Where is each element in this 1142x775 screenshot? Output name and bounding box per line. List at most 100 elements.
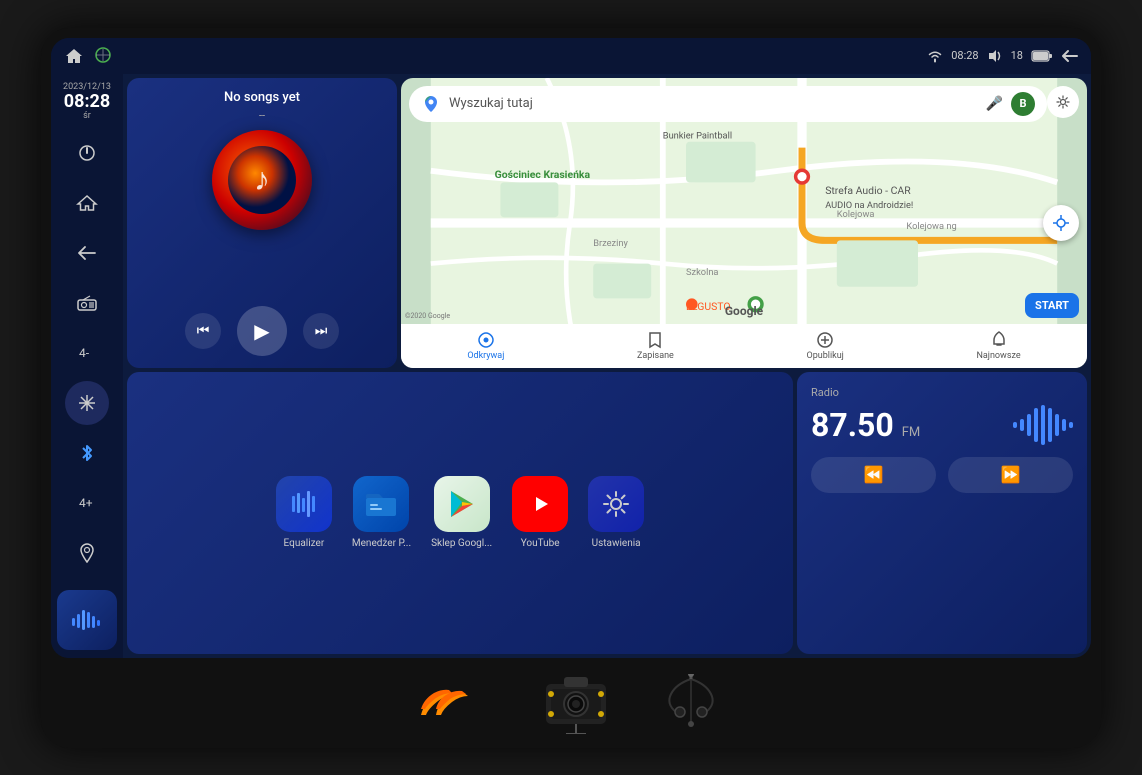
map-user-avatar[interactable]: B [1011, 92, 1035, 116]
apps-grid: Equalizer [276, 476, 644, 549]
volume-down-icon: 4- [78, 346, 96, 360]
music-title: No songs yet [224, 90, 300, 105]
svg-text:Kolejowa ng: Kolejowa ng [906, 220, 956, 231]
map-nav-zapisane-label: Zapisane [637, 351, 674, 361]
map-copyright: ©2020 Google [405, 312, 450, 320]
map-start-button[interactable]: START [1025, 293, 1079, 318]
app-equalizer[interactable]: Equalizer [276, 476, 332, 549]
wave-bar-4 [1034, 408, 1038, 442]
youtube-app-icon [524, 492, 556, 516]
wave-bar-8 [1062, 419, 1066, 431]
radio-label: Radio [811, 386, 1073, 399]
map-nav-najnowsze-label: Najnowsze [976, 351, 1020, 361]
svg-text:4+: 4+ [79, 496, 93, 510]
back-status-icon[interactable] [1061, 48, 1079, 64]
volume-up-icon: 4+ [78, 496, 96, 510]
camera-icon [536, 669, 616, 734]
radio-next-button[interactable]: ⏩ [948, 457, 1073, 493]
playstore-icon [434, 476, 490, 532]
map-nav-odkrywaj-label: Odkrywaj [467, 351, 504, 361]
app-file-manager[interactable]: Menedżer P... [352, 476, 411, 549]
youtube-icon [512, 476, 568, 532]
app-play-store[interactable]: Sklep Googl... [431, 476, 492, 549]
app-equalizer-label: Equalizer [284, 538, 325, 549]
radio-prev-button[interactable]: ⏪ [811, 457, 936, 493]
radio-widget: Radio 87.50 FM [797, 372, 1087, 654]
radio-wave-viz [1013, 405, 1073, 445]
app-settings[interactable]: Ustawienia [588, 476, 644, 549]
sidebar-power-button[interactable] [65, 131, 109, 175]
sidebar-snowflake-button[interactable] [65, 381, 109, 425]
next-button[interactable]: ⏭ [303, 313, 339, 349]
svg-text:♪: ♪ [254, 160, 270, 198]
google-maps-icon [421, 94, 441, 114]
device-screen: 08:28 18 [51, 38, 1091, 658]
sidebar-location-button[interactable] [65, 531, 109, 575]
map-nav-zapisane[interactable]: Zapisane [637, 331, 674, 361]
equalizer-icon [276, 476, 332, 532]
map-search-bar[interactable]: Wyszukaj tutaj 🎤 B [409, 86, 1047, 122]
notification-icon [991, 331, 1007, 349]
music-widget: No songs yet -- [127, 78, 397, 368]
wave-bar-9 [1069, 422, 1073, 428]
sidebar-vol-up-button[interactable]: 4+ [65, 481, 109, 525]
camera-accessory [536, 669, 616, 734]
settings-icon [1055, 94, 1071, 110]
map-nav-odkrywaj[interactable]: Odkrywaj [467, 331, 504, 361]
map-nav-opublikuj-label: Opublikuj [807, 351, 844, 361]
svg-text:Szkolna: Szkolna [686, 267, 719, 278]
radio-controls: ⏪ ⏩ [811, 457, 1073, 493]
sidebar-microphone-widget[interactable] [57, 590, 117, 650]
sidebar-home-button[interactable] [65, 181, 109, 225]
radio-main: 87.50 FM [811, 405, 1073, 445]
svg-text:Gościniec Krasieńka: Gościniec Krasieńka [495, 167, 591, 180]
sidebar-vol-down-button[interactable]: 4- [65, 331, 109, 375]
svg-text:Brzeziny: Brzeziny [593, 238, 628, 249]
main-area: 2023/12/13 08:28 śr [51, 74, 1091, 658]
bluetooth-icon [80, 443, 94, 463]
sidebar-bluetooth-button[interactable] [65, 431, 109, 475]
settings-app-icon [588, 476, 644, 532]
play-button[interactable]: ▶ [237, 306, 287, 356]
snowflake-icon [77, 393, 97, 413]
map-settings-button[interactable] [1047, 86, 1079, 118]
svg-text:4-: 4- [79, 346, 90, 360]
earphones-icon [656, 674, 726, 729]
wave-bar-6 [1048, 408, 1052, 442]
earphone-accessory [656, 674, 726, 729]
map-nav-najnowsze[interactable]: Najnowsze [976, 331, 1020, 361]
app-youtube[interactable]: YouTube [512, 476, 568, 549]
svg-text:Strefa Audio - CAR: Strefa Audio - CAR [825, 184, 911, 197]
back-icon [77, 244, 97, 262]
svg-text:Kolejowa: Kolejowa [837, 209, 875, 220]
map-nav-opublikuj[interactable]: Opublikuj [807, 331, 844, 361]
radio-icon [76, 294, 98, 312]
playstore-app-icon [446, 488, 478, 520]
sidebar-back-button[interactable] [65, 231, 109, 275]
device-outer: 08:28 18 [41, 28, 1101, 748]
home-status-icon [63, 47, 85, 65]
bottom-row: Equalizer [127, 372, 1087, 654]
sidebar-radio-button[interactable] [65, 281, 109, 325]
apps-widget: Equalizer [127, 372, 793, 654]
home-icon [76, 193, 98, 213]
status-bar: 08:28 18 [51, 38, 1091, 74]
radio-freq-value: 87.50 [811, 406, 894, 444]
maps-status-icon [93, 46, 113, 66]
map-location-button[interactable] [1043, 205, 1079, 241]
filemanager-app-icon [364, 490, 398, 518]
status-time: 08:28 [951, 49, 978, 62]
map-mic-icon[interactable]: 🎤 [986, 96, 1003, 112]
music-album-art: ♪ [212, 130, 312, 230]
wifi-icon [927, 49, 943, 63]
app-youtube-label: YouTube [521, 538, 560, 549]
map-widget[interactable]: Gościniec Krasieńka Bunkier Paintball St… [401, 78, 1087, 368]
app-play-store-label: Sklep Googl... [431, 538, 492, 549]
prev-button[interactable]: ⏮ [185, 313, 221, 349]
add-icon [816, 331, 834, 349]
wave-bar-2 [1020, 419, 1024, 431]
equalizer-app-icon [288, 488, 320, 520]
pin-icon [79, 543, 95, 563]
pry-tools [416, 687, 496, 717]
map-bottom-nav: Odkrywaj Zapisane [401, 324, 1087, 368]
